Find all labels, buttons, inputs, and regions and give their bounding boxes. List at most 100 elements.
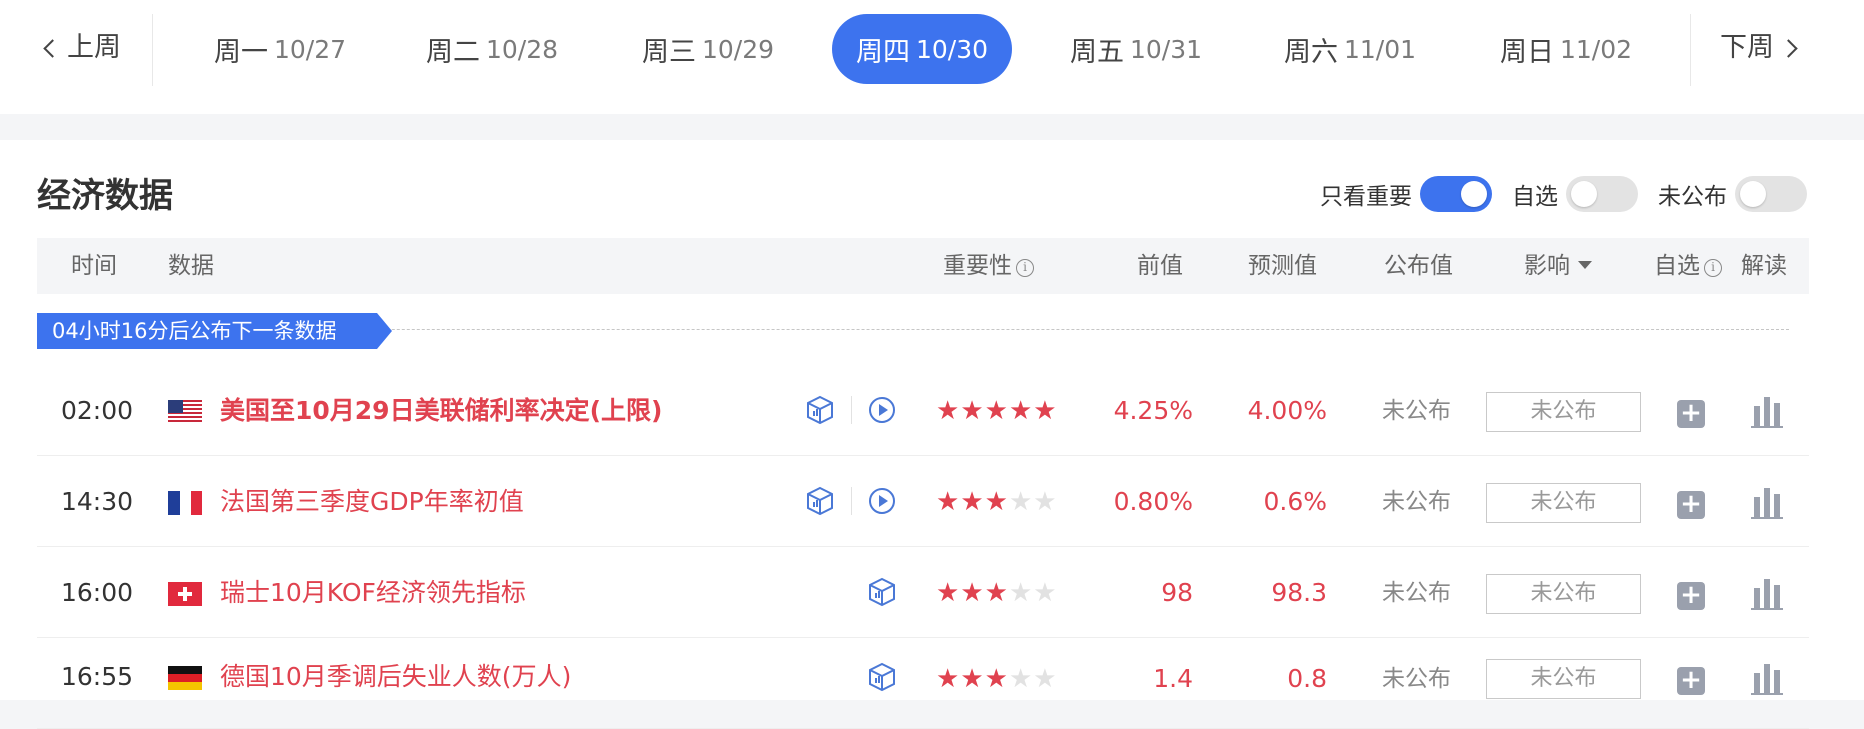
day-name: 周五 — [1069, 36, 1124, 68]
forecast-value: 4.00% — [1247, 396, 1327, 425]
impact-box: 未公布 — [1486, 392, 1641, 432]
watchlist-label: 自选 — [1512, 184, 1558, 210]
forecast-value: 98.3 — [1271, 578, 1327, 607]
day-date: 10/30 — [915, 34, 989, 64]
day-tab-mon[interactable]: 周一 10/27 — [190, 14, 370, 84]
col-watch-label: 自选 — [1654, 253, 1700, 279]
france-flag-icon — [168, 491, 202, 515]
important-only-label: 只看重要 — [1320, 184, 1412, 210]
info-icon[interactable]: i — [1704, 259, 1722, 277]
table-header: 时间 数据 重要性 i 前值 预测值 公布值 影响 自选 i 解读 — [37, 238, 1809, 294]
col-data: 数据 — [168, 253, 214, 279]
filter-toggles: 只看重要 自选 未公布 — [1320, 174, 1827, 214]
day-name: 周六 — [1283, 36, 1338, 68]
actual-value: 未公布 — [1382, 580, 1451, 606]
unpublished-toggle[interactable] — [1735, 176, 1807, 212]
day-date: 11/01 — [1343, 34, 1417, 64]
day-name: 周三 — [641, 36, 696, 68]
forecast-value: 0.6% — [1263, 487, 1327, 516]
important-only-toggle[interactable] — [1420, 176, 1492, 212]
add-watch-button[interactable]: + — [1677, 491, 1705, 519]
cube-icon[interactable] — [866, 576, 898, 608]
table-row: 14:30 法国第三季度GDP年率初值 ★★★★★ 0.80% 0.6% 未公布… — [37, 457, 1809, 547]
bar-chart-icon[interactable] — [1751, 576, 1783, 610]
actual-value: 未公布 — [1382, 398, 1451, 424]
actual-value: 未公布 — [1382, 666, 1451, 692]
row-time: 14:30 — [61, 487, 134, 516]
col-time: 时间 — [71, 253, 117, 279]
week-navigation: 上周 周一 10/27 周二 10/28 周三 10/29 周四 10/30 周五 10/… — [0, 0, 1864, 114]
day-date: 11/02 — [1559, 34, 1633, 64]
next-week-label: 下周 — [1720, 32, 1774, 63]
row-time: 16:00 — [61, 578, 134, 607]
day-date: 10/28 — [485, 34, 559, 64]
germany-flag-icon — [168, 666, 202, 690]
play-icon[interactable] — [866, 394, 898, 426]
day-tab-wed[interactable]: 周三 10/29 — [618, 14, 798, 84]
col-impact-label: 影响 — [1524, 253, 1570, 279]
row-data-name[interactable]: 美国至10月29日美联储利率决定(上限) — [220, 366, 662, 456]
unpublished-filter: 未公布 — [1658, 176, 1807, 212]
economic-data-panel: 经济数据 只看重要 自选 未公布 时间 数据 重要性 i 前值 预测值 公布值 影… — [0, 140, 1864, 729]
day-tab-sun[interactable]: 周日 11/02 — [1476, 14, 1656, 84]
divider — [152, 14, 153, 86]
row-data-name[interactable]: 法国第三季度GDP年率初值 — [220, 457, 524, 547]
cube-icon[interactable] — [866, 661, 898, 693]
col-forecast: 预测值 — [1248, 253, 1317, 279]
cube-icon[interactable] — [804, 394, 836, 426]
day-tab-thu-active[interactable]: 周四 10/30 — [832, 14, 1012, 84]
day-tab-tue[interactable]: 周二 10/28 — [402, 14, 582, 84]
unpublished-label: 未公布 — [1658, 184, 1727, 210]
day-name: 周一 — [213, 36, 268, 68]
table-row: 16:00 瑞士10月KOF经济领先指标 ★★★★★ 98 98.3 未公布 未… — [37, 548, 1809, 638]
next-release-countdown: 04小时16分后公布下一条数据 — [37, 313, 392, 349]
bar-chart-icon[interactable] — [1751, 394, 1783, 428]
importance-stars: ★★★★★ — [936, 578, 1057, 608]
col-importance-label: 重要性 — [943, 253, 1012, 279]
add-watch-button[interactable]: + — [1677, 400, 1705, 428]
row-data-name[interactable]: 瑞士10月KOF经济领先指标 — [220, 548, 526, 638]
divider — [851, 487, 852, 515]
impact-box: 未公布 — [1486, 659, 1641, 699]
row-time: 16:55 — [61, 662, 134, 691]
previous-value: 0.80% — [1113, 487, 1193, 516]
importance-stars: ★★★★★ — [936, 487, 1057, 517]
next-week-button[interactable]: 下周 — [1720, 30, 1798, 66]
chevron-left-icon — [43, 38, 62, 58]
play-icon[interactable] — [866, 485, 898, 517]
cube-icon[interactable] — [804, 485, 836, 517]
day-name: 周四 — [855, 36, 910, 68]
bar-chart-icon[interactable] — [1751, 485, 1783, 519]
previous-value: 98 — [1161, 578, 1193, 607]
toggle-knob — [1461, 181, 1487, 207]
caret-down-icon — [1578, 261, 1592, 269]
previous-value: 1.4 — [1153, 664, 1193, 693]
prev-week-button[interactable]: 上周 — [42, 30, 121, 66]
divider — [1690, 14, 1691, 86]
col-watch: 自选 i — [1654, 238, 1722, 294]
watchlist-filter: 自选 — [1512, 176, 1638, 212]
importance-stars: ★★★★★ — [936, 664, 1057, 694]
day-tab-sat[interactable]: 周六 11/01 — [1260, 14, 1440, 84]
table-row: 02:00 美国至10月29日美联储利率决定(上限) ★★★★★ 4.25% 4… — [37, 366, 1809, 456]
info-icon[interactable]: i — [1016, 259, 1034, 277]
divider — [851, 396, 852, 424]
bar-chart-icon[interactable] — [1751, 661, 1783, 695]
day-date: 10/31 — [1129, 34, 1203, 64]
page-title: 经济数据 — [37, 176, 173, 216]
row-data-name[interactable]: 德国10月季调后失业人数(万人) — [220, 639, 571, 715]
day-tab-fri[interactable]: 周五 10/31 — [1046, 14, 1226, 84]
add-watch-button[interactable]: + — [1677, 582, 1705, 610]
previous-value: 4.25% — [1113, 396, 1193, 425]
toggle-knob — [1571, 181, 1597, 207]
important-only-filter: 只看重要 — [1320, 176, 1492, 212]
col-previous: 前值 — [1137, 253, 1183, 279]
day-name: 周二 — [425, 36, 480, 68]
day-date: 10/29 — [701, 34, 775, 64]
importance-stars: ★★★★★ — [936, 396, 1057, 426]
watchlist-toggle[interactable] — [1566, 176, 1638, 212]
col-impact[interactable]: 影响 — [1524, 238, 1592, 294]
day-name: 周日 — [1499, 36, 1554, 68]
swiss-flag-icon — [168, 582, 202, 606]
col-importance[interactable]: 重要性 i — [943, 238, 1034, 294]
